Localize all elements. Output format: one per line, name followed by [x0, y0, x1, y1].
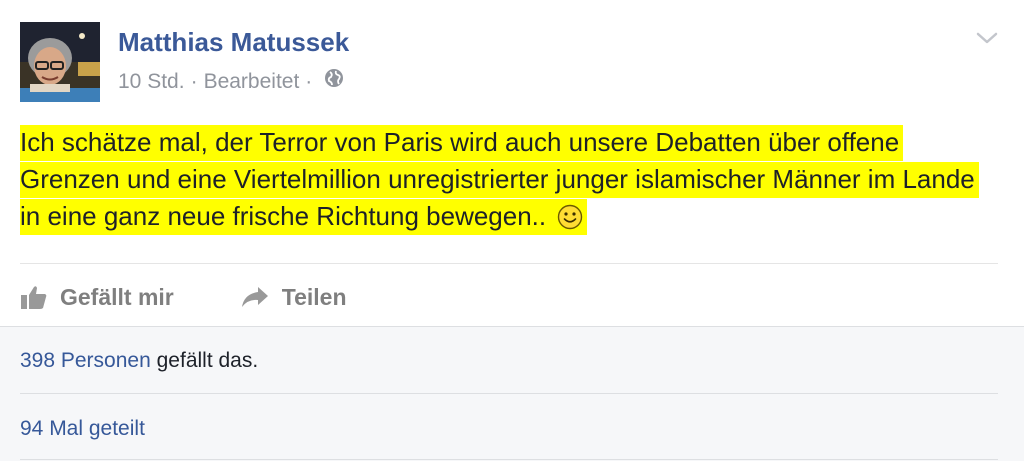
post-summary: 398 Personen gefällt das. 94 Mal geteilt [0, 326, 1024, 461]
author-name[interactable]: Matthias Matussek [118, 26, 349, 58]
globe-icon[interactable] [324, 68, 344, 96]
like-button[interactable]: Gefällt mir [20, 284, 174, 311]
post-text: Ich schätze mal, der Terror von Paris wi… [20, 124, 1000, 240]
share-label: Teilen [281, 283, 347, 310]
likes-count-link[interactable]: 398 Personen [20, 349, 151, 372]
share-button[interactable]: Teilen [240, 284, 347, 311]
post-timestamp[interactable]: 10 Std. [118, 68, 185, 96]
facebook-post: Matthias Matussek 10 Std. · Bearbeitet ·… [0, 0, 1024, 461]
meta-separator: · [305, 70, 313, 93]
avatar[interactable] [20, 22, 100, 102]
avatar-photo [20, 22, 100, 102]
edited-label[interactable]: Bearbeitet [204, 68, 300, 96]
chevron-down-icon[interactable] [976, 30, 998, 46]
divider [20, 459, 998, 460]
post-meta: 10 Std. · Bearbeitet · [118, 68, 344, 96]
divider [20, 263, 998, 264]
post-text-content: Ich schätze mal, der Terror von Paris wi… [20, 127, 975, 231]
smiley-icon [557, 203, 583, 240]
likes-suffix: gefällt das. [156, 349, 259, 372]
action-bar: Gefällt mir Teilen [20, 277, 413, 317]
shares-count-link[interactable]: 94 Mal geteilt [20, 417, 145, 441]
like-label: Gefällt mir [60, 283, 174, 310]
thumbs-up-icon [21, 286, 47, 309]
likes-summary: 398 Personen gefällt das. [20, 349, 258, 373]
share-arrow-icon [241, 287, 268, 307]
divider [20, 393, 998, 394]
meta-separator: · [190, 70, 198, 93]
